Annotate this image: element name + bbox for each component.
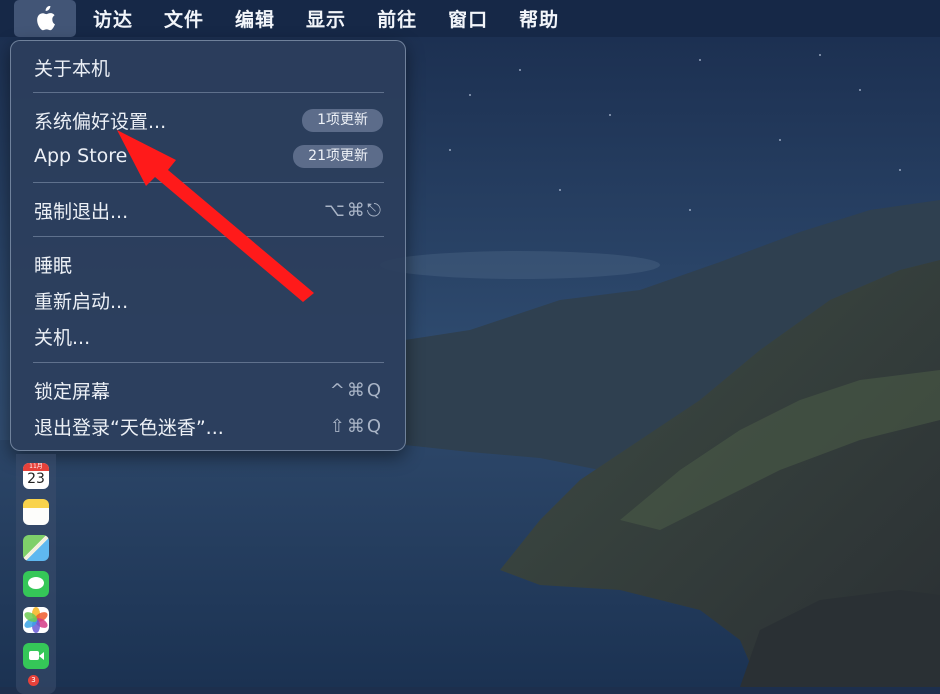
menu-bar: 访达 文件 编辑 显示 前往 窗口 帮助 — [0, 0, 940, 37]
menu-finder[interactable]: 访达 — [93, 5, 133, 32]
menu-edit[interactable]: 编辑 — [235, 5, 275, 32]
update-badge: 21项更新 — [293, 144, 383, 168]
keyboard-shortcut: ⌥⌘⎋ — [324, 199, 383, 221]
calendar-month: 11月 — [23, 463, 49, 471]
apple-menu-button[interactable] — [14, 0, 76, 37]
menu-separator — [33, 182, 384, 183]
menu-separator — [33, 362, 384, 363]
menu-item-label: 锁定屏幕 — [34, 380, 111, 403]
menu-item-app-store[interactable]: App Store 21项更新 — [34, 139, 383, 173]
maps-icon[interactable] — [23, 535, 49, 561]
menu-help[interactable]: 帮助 — [519, 5, 559, 32]
update-badge: 1项更新 — [302, 108, 383, 132]
menu-item-system-preferences[interactable]: 系统偏好设置... 1项更新 — [34, 103, 383, 137]
photos-icon[interactable] — [23, 607, 49, 633]
menu-item-sleep[interactable]: 睡眠 — [34, 247, 383, 281]
menu-item-lock-screen[interactable]: 锁定屏幕 ^⌘Q — [34, 373, 383, 407]
notification-badge: 3 — [28, 675, 39, 686]
menu-item-restart[interactable]: 重新启动... — [34, 283, 383, 317]
menu-item-label: 关机... — [34, 326, 91, 349]
menu-file[interactable]: 文件 — [164, 5, 204, 32]
menu-item-label: 重新启动... — [34, 290, 129, 313]
menu-item-force-quit[interactable]: 强制退出... ⌥⌘⎋ — [34, 193, 383, 227]
facetime-icon[interactable] — [23, 643, 49, 669]
dock: 11月 23 — [16, 454, 56, 694]
calendar-icon[interactable]: 11月 23 — [23, 463, 49, 489]
messages-icon[interactable] — [23, 571, 49, 597]
menu-item-shut-down[interactable]: 关机... — [34, 319, 383, 353]
notes-icon[interactable] — [23, 499, 49, 525]
apple-dropdown-menu: 关于本机 系统偏好设置... 1项更新 App Store 21项更新 强制退出… — [10, 40, 406, 451]
keyboard-shortcut: ⇧⌘Q — [329, 415, 383, 437]
menu-item-label: 睡眠 — [34, 254, 73, 277]
menu-item-about-this-mac[interactable]: 关于本机 — [34, 50, 383, 84]
menu-view[interactable]: 显示 — [306, 5, 346, 32]
menu-item-label: App Store — [34, 145, 128, 167]
menu-item-label: 强制退出... — [34, 200, 129, 223]
menu-separator — [33, 92, 384, 93]
menu-item-log-out[interactable]: 退出登录“天色迷香”... ⇧⌘Q — [34, 409, 383, 443]
menu-window[interactable]: 窗口 — [448, 5, 488, 32]
menu-item-label: 退出登录“天色迷香”... — [34, 416, 224, 439]
menu-item-label: 关于本机 — [34, 57, 111, 80]
menu-separator — [33, 236, 384, 237]
menu-item-label: 系统偏好设置... — [34, 110, 167, 133]
keyboard-shortcut: ^⌘Q — [329, 379, 383, 401]
calendar-day: 23 — [27, 471, 45, 487]
apple-logo-icon — [37, 6, 55, 31]
menu-go[interactable]: 前往 — [377, 5, 417, 32]
